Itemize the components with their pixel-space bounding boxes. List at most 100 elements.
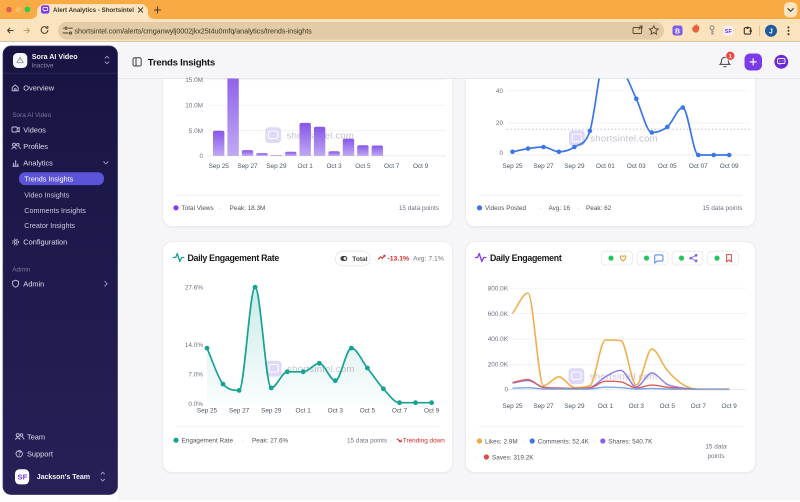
svg-text:Analytics: Analytics — [23, 159, 53, 168]
svg-text:Daily Engagement: Daily Engagement — [490, 253, 562, 263]
svg-text:·: · — [523, 438, 525, 445]
svg-text:·: · — [219, 205, 221, 212]
svg-text:Oct 9: Oct 9 — [722, 403, 738, 410]
svg-text:Sep 27: Sep 27 — [229, 408, 250, 415]
svg-text:Sep 29: Sep 29 — [564, 403, 585, 410]
svg-text:·: · — [476, 454, 478, 461]
svg-text:Total: Total — [352, 256, 367, 263]
svg-text:Trends Insights: Trends Insights — [24, 174, 73, 183]
svg-text:Oct 09: Oct 09 — [720, 163, 739, 170]
svg-text:Sep 25: Sep 25 — [197, 408, 218, 415]
svg-text:·: · — [242, 438, 244, 445]
svg-text:Sep 29: Sep 29 — [564, 163, 585, 170]
svg-text:Oct 9: Oct 9 — [413, 163, 429, 170]
svg-text:Sora AI Video: Sora AI Video — [12, 112, 51, 119]
svg-text:Oct 5: Oct 5 — [660, 403, 676, 410]
svg-text:Admin: Admin — [12, 266, 31, 273]
svg-text:Oct 3: Oct 3 — [328, 408, 344, 415]
svg-text:15 data points: 15 data points — [399, 205, 439, 212]
svg-text:shortsintel.com/alerts/cmganwy: shortsintel.com/alerts/cmganwylj0002jkx2… — [75, 26, 313, 35]
svg-text:Inactive: Inactive — [32, 63, 54, 70]
svg-text:Saves: 319.2K: Saves: 319.2K — [492, 454, 534, 461]
svg-text:20: 20 — [496, 120, 504, 127]
svg-text:14.0%: 14.0% — [185, 342, 203, 349]
svg-text:Trending down: Trending down — [403, 438, 445, 445]
svg-text:SF: SF — [725, 29, 733, 35]
svg-text:J: J — [769, 29, 773, 36]
svg-text:Oct 07: Oct 07 — [689, 163, 708, 170]
svg-text:Overview: Overview — [23, 83, 54, 92]
svg-text:shortsintel.com: shortsintel.com — [590, 134, 658, 145]
svg-text:Sep 27: Sep 27 — [533, 163, 554, 170]
svg-text:Trends Insights: Trends Insights — [148, 57, 215, 68]
svg-text:Sep 29: Sep 29 — [261, 408, 282, 415]
svg-text:Peak: 62: Peak: 62 — [586, 205, 612, 212]
svg-text:Team: Team — [27, 432, 45, 441]
svg-text:Daily Engagement Rate: Daily Engagement Rate — [188, 253, 280, 263]
svg-text:Alert Analytics - Shortsintel: Alert Analytics - Shortsintel — [53, 7, 134, 14]
svg-text:Sep 25: Sep 25 — [502, 403, 523, 410]
svg-text:·: · — [540, 205, 542, 212]
svg-text:Oct 3: Oct 3 — [629, 403, 645, 410]
svg-text:Avg: 16: Avg: 16 — [549, 205, 571, 212]
svg-text:40: 40 — [496, 88, 504, 95]
svg-text:7.0%: 7.0% — [188, 372, 203, 379]
svg-text:Engagement Rate: Engagement Rate — [182, 438, 234, 445]
svg-text:Oct 7: Oct 7 — [384, 163, 400, 170]
svg-text:Oct 5: Oct 5 — [360, 408, 376, 415]
svg-text:Videos Posted: Videos Posted — [485, 205, 527, 212]
svg-text:10.0M: 10.0M — [185, 102, 203, 109]
svg-text:800.0K: 800.0K — [488, 285, 509, 292]
svg-text:Video Insights: Video Insights — [24, 191, 69, 200]
svg-text:·: · — [578, 205, 580, 212]
svg-text:Configuration: Configuration — [23, 238, 67, 247]
svg-text:Profiles: Profiles — [23, 142, 48, 151]
svg-text:15 data points: 15 data points — [347, 438, 387, 445]
svg-text:Sep 27: Sep 27 — [237, 163, 258, 170]
svg-text:0: 0 — [199, 153, 203, 160]
svg-text:points: points — [707, 453, 724, 460]
svg-text:Sep 25: Sep 25 — [502, 163, 523, 170]
svg-text:Oct 3: Oct 3 — [326, 163, 342, 170]
svg-text:Comments: 52.4K: Comments: 52.4K — [538, 438, 590, 445]
svg-text:Sora AI Video: Sora AI Video — [32, 53, 78, 61]
svg-text:Creator Insights: Creator Insights — [24, 221, 75, 230]
svg-text:·: · — [390, 438, 392, 445]
svg-text:5.0M: 5.0M — [189, 128, 203, 135]
svg-text:Oct 5: Oct 5 — [355, 163, 371, 170]
svg-text:Oct 01: Oct 01 — [596, 163, 615, 170]
svg-text:Total Views: Total Views — [182, 205, 214, 212]
svg-text:0: 0 — [504, 387, 508, 394]
svg-text:Videos: Videos — [23, 125, 46, 134]
svg-text:Comments Insights: Comments Insights — [24, 206, 86, 215]
svg-text:Jackson's Team: Jackson's Team — [37, 474, 90, 481]
svg-text:SF: SF — [18, 473, 28, 482]
svg-text:Oct 7: Oct 7 — [691, 403, 707, 410]
svg-text:Oct 7: Oct 7 — [392, 408, 408, 415]
svg-text:·: · — [593, 438, 595, 445]
svg-text:Peak: 18.3M: Peak: 18.3M — [230, 205, 266, 212]
svg-text:-13.1%: -13.1% — [388, 255, 410, 262]
svg-text:B: B — [675, 28, 680, 35]
svg-text:15 data: 15 data — [705, 443, 727, 450]
svg-text:Oct 1: Oct 1 — [298, 163, 314, 170]
svg-text:Peak: 27.6%: Peak: 27.6% — [252, 438, 289, 445]
svg-text:Oct 1: Oct 1 — [296, 408, 312, 415]
svg-text:Admin: Admin — [23, 279, 44, 288]
svg-text:400.0K: 400.0K — [488, 336, 509, 343]
svg-text:Shares: 540.7K: Shares: 540.7K — [608, 438, 653, 445]
svg-text:Oct 03: Oct 03 — [627, 163, 646, 170]
svg-text:Avg: 7.1%: Avg: 7.1% — [413, 255, 444, 262]
svg-text:Oct 05: Oct 05 — [658, 163, 677, 170]
svg-text:200.0K: 200.0K — [488, 362, 509, 369]
svg-text:Support: Support — [27, 449, 53, 458]
svg-text:Sep 25: Sep 25 — [209, 163, 230, 170]
svg-text:Oct 9: Oct 9 — [424, 408, 440, 415]
svg-text:Sep 29: Sep 29 — [266, 163, 287, 170]
svg-text:Sep 27: Sep 27 — [533, 403, 554, 410]
svg-text:Oct 1: Oct 1 — [598, 403, 614, 410]
svg-text:15 data points: 15 data points — [702, 205, 742, 212]
svg-text:0: 0 — [499, 150, 503, 157]
svg-text:Likes: 2.9M: Likes: 2.9M — [485, 438, 518, 445]
svg-text:600.0K: 600.0K — [488, 311, 509, 318]
